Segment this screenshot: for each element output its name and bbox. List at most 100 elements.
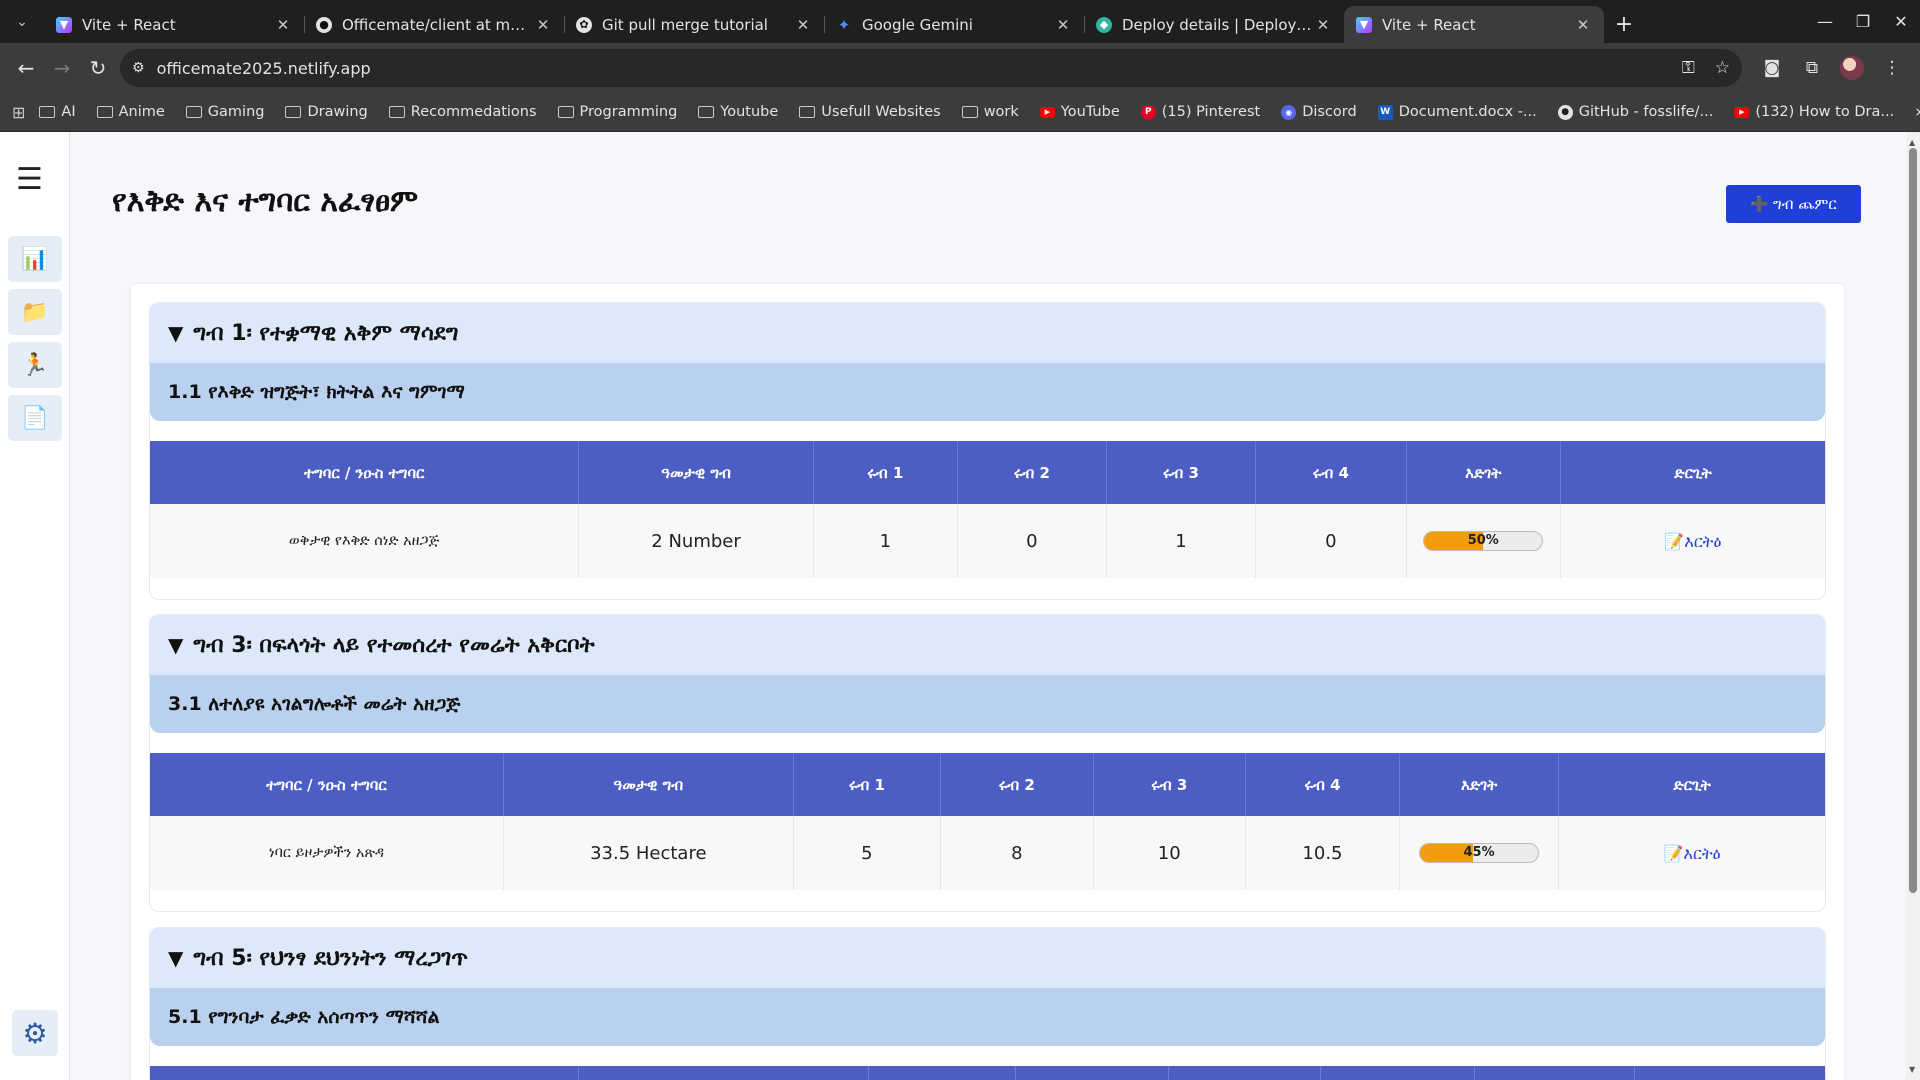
tab-title: Deploy details | Deploys | off bbox=[1122, 15, 1314, 34]
chart-icon[interactable]: 📊 bbox=[8, 236, 62, 282]
profile-avatar[interactable] bbox=[1840, 56, 1864, 80]
scroll-down-icon[interactable]: ▼ bbox=[1909, 1065, 1915, 1074]
back-arrow-icon[interactable]: ← bbox=[8, 50, 44, 86]
bookmark-item[interactable]: work bbox=[961, 104, 1019, 120]
site-info-icon[interactable]: ⚙ bbox=[132, 60, 145, 76]
close-icon[interactable]: ✕ bbox=[794, 16, 812, 34]
column-header: እድገት bbox=[1406, 441, 1561, 504]
bookmark-item[interactable]: Gaming bbox=[185, 104, 264, 120]
edit-link[interactable]: 📝እርትዕ bbox=[1664, 844, 1721, 863]
bookmark-item[interactable]: Recommedations bbox=[388, 104, 537, 120]
youtube-icon: ▶ bbox=[1734, 106, 1750, 118]
extensions-puzzle-icon[interactable]: ⧉ bbox=[1792, 50, 1832, 86]
action-cell: 📝እርትዕ bbox=[1560, 504, 1825, 578]
goal-header[interactable]: ▼ ግብ 5፡ የህንፃ ደህንነትን ማረጋገጥ bbox=[150, 928, 1825, 988]
add-goal-button[interactable]: ➕ ግብ ጨምር bbox=[1726, 185, 1861, 223]
goal-card: ▼ ግብ 3፡ በፍላጎት ላይ የተመሰረተ የመሬት አቅርቦት 3.1 ለተለ… bbox=[149, 614, 1826, 912]
scroll-up-icon[interactable]: ▲ bbox=[1909, 138, 1915, 147]
browser-tab-2[interactable]: ● Officemate/client at main · z ✕ bbox=[304, 6, 564, 43]
settings-gear-icon[interactable]: ⚙ bbox=[12, 1010, 58, 1056]
password-key-icon[interactable]: ⚿ bbox=[1682, 58, 1695, 78]
bookmark-item[interactable]: Usefull Websites bbox=[799, 104, 941, 120]
column-header: ሩብ 2 bbox=[940, 753, 1094, 816]
bookmark-item[interactable]: Drawing bbox=[285, 104, 368, 120]
browser-tab-1[interactable]: ▼ Vite + React ✕ bbox=[44, 6, 304, 43]
new-tab-plus-icon[interactable]: + bbox=[1604, 6, 1644, 43]
close-icon[interactable]: ✕ bbox=[534, 16, 552, 34]
column-header: ሩብ 1 bbox=[793, 753, 942, 816]
collapse-triangle-icon[interactable]: ▼ bbox=[168, 321, 183, 345]
scrollbar-thumb[interactable] bbox=[1909, 148, 1917, 893]
table-header-row: ተግባር / ንዑስ ተግባርዓመታዊ ግብሩብ 1ሩብ 2ሩብ 3ሩብ 4እድ… bbox=[150, 1066, 1825, 1080]
url-text[interactable]: officemate2025.netlify.app bbox=[157, 59, 1662, 78]
browser-tab-3[interactable]: ✿ Git pull merge tutorial ✕ bbox=[564, 6, 824, 43]
bookmark-item[interactable]: AI bbox=[39, 104, 76, 120]
folder-icon bbox=[39, 106, 56, 118]
browser-tab-6-active[interactable]: ▼ Vite + React ✕ bbox=[1344, 6, 1604, 43]
collapse-triangle-icon[interactable]: ▼ bbox=[168, 946, 183, 970]
subgoal-header[interactable]: 5.1 የግንባታ ፈቃድ አሰጣጥን ማሻሻል bbox=[150, 988, 1825, 1046]
quarter-1-value: 5 bbox=[793, 816, 942, 890]
github-icon: ● bbox=[1557, 104, 1573, 120]
subgoal-header[interactable]: 1.1 የእቅድ ዝግጅት፣ ክትትል እና ግምገማ bbox=[150, 363, 1825, 421]
bookmark-item[interactable]: P (15) Pinterest bbox=[1140, 104, 1260, 120]
close-icon[interactable]: ✕ bbox=[1054, 16, 1072, 34]
bookmark-item[interactable]: ● GitHub - fosslife/... bbox=[1557, 104, 1713, 120]
goal-header[interactable]: ▼ ግብ 3፡ በፍላጎት ላይ የተመሰረተ የመሬት አቅርቦት bbox=[150, 615, 1825, 675]
close-window-icon[interactable]: ✕ bbox=[1882, 0, 1920, 43]
folder-icon bbox=[96, 106, 113, 118]
running-person-icon[interactable]: 🏃 bbox=[8, 342, 62, 388]
tab-search-chevron-icon[interactable]: ⌄ bbox=[0, 0, 44, 43]
folder-icon bbox=[388, 106, 405, 118]
bookmark-item[interactable]: W Document.docx -... bbox=[1377, 104, 1537, 120]
forward-arrow-icon[interactable]: → bbox=[44, 50, 80, 86]
sidebar: ☰ 📊 📁 🏃 📄 ⚙ bbox=[0, 132, 70, 1080]
menu-dots-icon[interactable]: ⋮ bbox=[1872, 50, 1912, 86]
screenshot-icon[interactable]: ◙ bbox=[1752, 50, 1792, 86]
progress-bar: 45% bbox=[1419, 843, 1540, 863]
subgoal-header[interactable]: 3.1 ለተለያዩ አገልግሎቶች መሬት አዘጋጅ bbox=[150, 675, 1825, 733]
browser-tab-4[interactable]: ✦ Google Gemini ✕ bbox=[824, 6, 1084, 43]
tab-title: Google Gemini bbox=[862, 15, 973, 34]
minimize-icon[interactable]: — bbox=[1806, 0, 1844, 43]
document-icon[interactable]: 📄 bbox=[8, 395, 62, 441]
tasks-table: ተግባር / ንዑስ ተግባርዓመታዊ ግብሩብ 1ሩብ 2ሩብ 3ሩብ 4እድ… bbox=[150, 441, 1825, 578]
bookmark-item[interactable]: ◉ Discord bbox=[1281, 104, 1357, 120]
browser-tab-bar: ⌄ ▼ Vite + React ✕ ● Officemate/client a… bbox=[0, 0, 1920, 43]
table-header-row: ተግባር / ንዑስ ተግባርዓመታዊ ግብሩብ 1ሩብ 2ሩብ 3ሩብ 4እድ… bbox=[150, 441, 1825, 504]
address-bar[interactable]: ⚙ officemate2025.netlify.app ⚿ ☆ bbox=[120, 49, 1742, 87]
quarter-1-value: 1 bbox=[813, 504, 958, 578]
progress-cell: 45% bbox=[1399, 816, 1560, 890]
collapse-triangle-icon[interactable]: ▼ bbox=[168, 633, 183, 657]
table-row: ነባር ይዞታዎችን አጽዳ 33.5 Hectare 5 8 10 10.5 45% 📝እር… bbox=[150, 816, 1825, 890]
edit-label: እርትዕ bbox=[1684, 531, 1722, 551]
more-bookmarks-chevron-icon[interactable]: » bbox=[1915, 102, 1920, 122]
reload-icon[interactable]: ↻ bbox=[80, 50, 116, 86]
browser-tab-5[interactable]: ◆ Deploy details | Deploys | off ✕ bbox=[1084, 6, 1344, 43]
page-scrollbar[interactable]: ▲ ▼ bbox=[1906, 132, 1920, 1080]
bookmark-item[interactable]: Anime bbox=[96, 104, 165, 120]
table-header-row: ተግባር / ንዑስ ተግባርዓመታዊ ግብሩብ 1ሩብ 2ሩብ 3ሩብ 4እድ… bbox=[150, 753, 1825, 816]
edit-link[interactable]: 📝እርትዕ bbox=[1664, 532, 1721, 551]
bookmark-item[interactable]: ▶ (132) How to Dra... bbox=[1734, 104, 1894, 120]
quarter-3-value: 1 bbox=[1106, 504, 1256, 578]
task-name: ነባር ይዞታዎችን አጽዳ bbox=[150, 816, 504, 890]
folder-icon[interactable]: 📁 bbox=[8, 289, 62, 335]
close-icon[interactable]: ✕ bbox=[1314, 16, 1332, 34]
bookmark-star-icon[interactable]: ☆ bbox=[1715, 58, 1730, 78]
close-icon[interactable]: ✕ bbox=[274, 16, 292, 34]
apps-grid-icon[interactable]: ⊞ bbox=[12, 103, 25, 122]
restore-icon[interactable]: ❐ bbox=[1844, 0, 1882, 43]
window-controls: — ❐ ✕ bbox=[1806, 0, 1920, 43]
bookmark-item[interactable]: ▶ YouTube bbox=[1039, 104, 1120, 120]
goal-header[interactable]: ▼ ግብ 1፡ የተቋማዊ አቅም ማሳደግ bbox=[150, 303, 1825, 363]
bookmark-item[interactable]: Programming bbox=[557, 104, 677, 120]
bookmark-label: Anime bbox=[118, 104, 165, 120]
column-header: ዓመታዊ ግብ bbox=[503, 753, 794, 816]
close-icon[interactable]: ✕ bbox=[1574, 16, 1592, 34]
table-row: ወቅታዊ የእቅድ ሰነድ አዘጋጅ 2 Number 1 0 1 0 50% 📝እርትዕ bbox=[150, 504, 1825, 578]
bookmark-item[interactable]: Youtube bbox=[698, 104, 778, 120]
bookmark-label: Recommedations bbox=[410, 104, 537, 120]
hamburger-menu-icon[interactable]: ☰ bbox=[16, 162, 43, 197]
column-header: ሩብ 1 bbox=[868, 1066, 1017, 1080]
